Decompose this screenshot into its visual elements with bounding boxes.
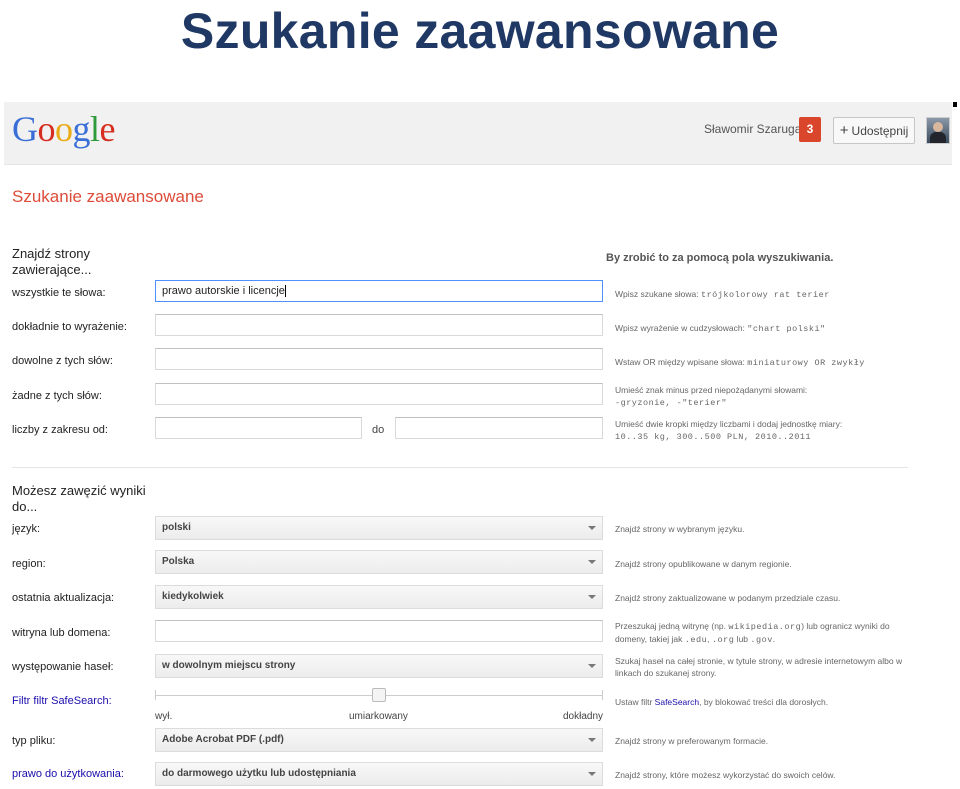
slider-label-off: wył.	[155, 711, 173, 722]
find-section-heading: Znajdź strony zawierające...	[12, 246, 92, 277]
terms-appearing-value: w dowolnym miejscu strony	[162, 660, 296, 671]
hint-heading: By zrobić to za pomocą pola wyszukiwania…	[606, 252, 834, 264]
all-words-hint: Wpisz szukane słowa: trójkolorowy rat te…	[615, 289, 830, 300]
slide-dot	[953, 102, 957, 107]
any-words-input[interactable]	[155, 348, 603, 370]
chevron-down-icon	[588, 738, 596, 742]
notifications-badge[interactable]: 3	[799, 117, 821, 142]
all-words-value: prawo autorskie i licencje	[162, 285, 285, 297]
safesearch-hint: Ustaw filtr SafeSearch, by blokować treś…	[615, 697, 829, 707]
chevron-down-icon	[588, 664, 596, 668]
all-words-label: wszystkie te słowa:	[12, 287, 106, 299]
file-type-hint: Znajdź strony w preferowanym formacie.	[615, 736, 769, 746]
site-domain-input[interactable]	[155, 620, 603, 642]
site-domain-label: witryna lub domena:	[12, 627, 111, 639]
slider-tick-end	[602, 690, 603, 700]
number-range-label: liczby z zakresu od:	[12, 424, 108, 436]
plus-icon: +	[839, 122, 849, 139]
share-button[interactable]: + Udostępnij	[833, 117, 915, 144]
last-update-select[interactable]: kiedykolwiek	[155, 585, 603, 609]
all-words-input[interactable]: prawo autorskie i licencje	[155, 280, 603, 302]
safesearch-link[interactable]: SafeSearch	[655, 697, 699, 707]
text-caret	[284, 285, 286, 298]
google-logo[interactable]: Google	[12, 108, 116, 150]
page-title: Szukanie zaawansowane	[12, 187, 204, 206]
language-label: język:	[12, 523, 41, 535]
terms-appearing-hint: Szukaj haseł na całej stronie, w tytule …	[615, 656, 903, 678]
slider-label-moderate: umiarkowany	[349, 711, 408, 722]
file-type-value: Adobe Acrobat PDF (.pdf)	[162, 734, 284, 745]
usage-rights-value: do darmowego użytku lub udostępniania	[162, 768, 356, 779]
none-words-label: żadne z tych słów:	[12, 390, 102, 402]
share-label: Udostępnij	[851, 124, 909, 138]
safesearch-slider-thumb[interactable]	[372, 688, 386, 702]
chevron-down-icon	[588, 560, 596, 564]
slide-title: Szukanie zaawansowane	[180, 3, 780, 59]
none-words-hint: Umieść znak minus przed niepożądanymi sł…	[615, 385, 808, 408]
last-update-value: kiedykolwiek	[162, 591, 224, 602]
google-bar: Google Sławomir Szaruga 3 + Udostępnij	[4, 102, 952, 165]
terms-appearing-select[interactable]: w dowolnym miejscu strony	[155, 654, 603, 678]
usage-rights-label[interactable]: prawo do użytkowania:	[12, 768, 124, 780]
file-type-label: typ pliku:	[12, 735, 56, 747]
any-words-hint: Wstaw OR między wpisane słowa: miniaturo…	[615, 357, 865, 368]
range-to-input[interactable]	[395, 417, 603, 439]
language-hint: Znajdź strony w wybranym języku.	[615, 524, 745, 534]
exact-phrase-input[interactable]	[155, 314, 603, 336]
safesearch-label[interactable]: Filtr filtr SafeSearch:	[12, 695, 112, 707]
narrow-section-heading: Możesz zawęzić wyniki do...	[12, 483, 146, 514]
region-select[interactable]: Polska	[155, 550, 603, 574]
usage-rights-select[interactable]: do darmowego użytku lub udostępniania	[155, 762, 603, 786]
last-update-label: ostatnia aktualizacja:	[12, 592, 115, 604]
site-domain-hint: Przeszukaj jedną witrynę (np. wikipedia.…	[615, 621, 890, 645]
region-label: region:	[12, 558, 46, 570]
slider-tick-start	[155, 690, 156, 700]
number-range-hint: Umieść dwie kropki między liczbami i dod…	[615, 419, 843, 442]
user-name[interactable]: Sławomir Szaruga	[704, 122, 801, 136]
region-hint: Znajdź strony opublikowane w danym regio…	[615, 559, 792, 569]
range-to-label: do	[372, 424, 385, 436]
range-from-input[interactable]	[155, 417, 362, 439]
any-words-label: dowolne z tych słów:	[12, 355, 113, 367]
section-divider	[12, 467, 908, 468]
language-select[interactable]: polski	[155, 516, 603, 540]
terms-appearing-label: występowanie haseł:	[12, 661, 114, 673]
chevron-down-icon	[588, 595, 596, 599]
region-value: Polska	[162, 556, 195, 567]
exact-phrase-label: dokładnie to wyrażenie:	[12, 321, 127, 333]
none-words-input[interactable]	[155, 383, 603, 405]
exact-phrase-hint: Wpisz wyrażenie w cudzysłowach: "chart p…	[615, 323, 826, 334]
chevron-down-icon	[588, 772, 596, 776]
usage-rights-hint: Znajdź strony, które możesz wykorzystać …	[615, 770, 836, 780]
file-type-select[interactable]: Adobe Acrobat PDF (.pdf)	[155, 728, 603, 752]
last-update-hint: Znajdź strony zaktualizowane w podanym p…	[615, 593, 841, 603]
screenshot: Google Sławomir Szaruga 3 + Udostępnij Sz…	[4, 102, 952, 789]
avatar[interactable]	[926, 117, 950, 144]
slider-label-strict: dokładny	[563, 711, 604, 722]
chevron-down-icon	[588, 526, 596, 530]
language-value: polski	[162, 522, 191, 533]
